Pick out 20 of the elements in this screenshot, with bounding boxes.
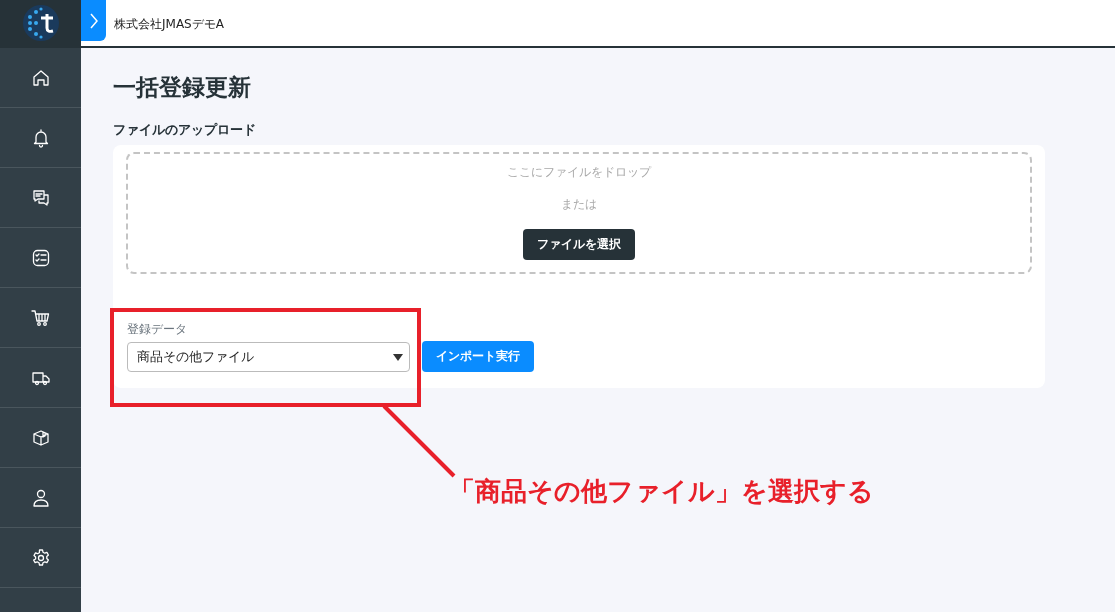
settings-icon[interactable]: [30, 547, 51, 568]
or-text: または: [561, 196, 597, 213]
checklist-icon[interactable]: [30, 247, 51, 268]
logo-icon: [20, 3, 61, 43]
page-title: 一括登録更新: [113, 73, 252, 102]
sidebar-toggle-button[interactable]: [81, 0, 106, 41]
box-icon[interactable]: [30, 427, 51, 448]
company-name: 株式会社JMASデモA: [114, 16, 224, 33]
drop-hint: ここにファイルをドロップ: [507, 164, 651, 181]
user-icon[interactable]: [30, 487, 51, 508]
chevron-right-icon: [88, 11, 99, 30]
annotation-text: 「商品その他ファイル」を選択する: [449, 475, 874, 508]
caret-icon: [393, 353, 403, 361]
file-drop-zone[interactable]: ここにファイルをドロップ または ファイルを選択: [126, 152, 1032, 274]
cart-icon[interactable]: [30, 307, 51, 328]
section-heading: ファイルのアップロード: [113, 121, 257, 139]
select-label: 登録データ: [127, 322, 188, 336]
data-type-select[interactable]: 商品その他ファイル: [127, 342, 410, 372]
choose-file-button[interactable]: ファイルを選択: [523, 229, 635, 260]
chat-icon[interactable]: [30, 187, 51, 208]
